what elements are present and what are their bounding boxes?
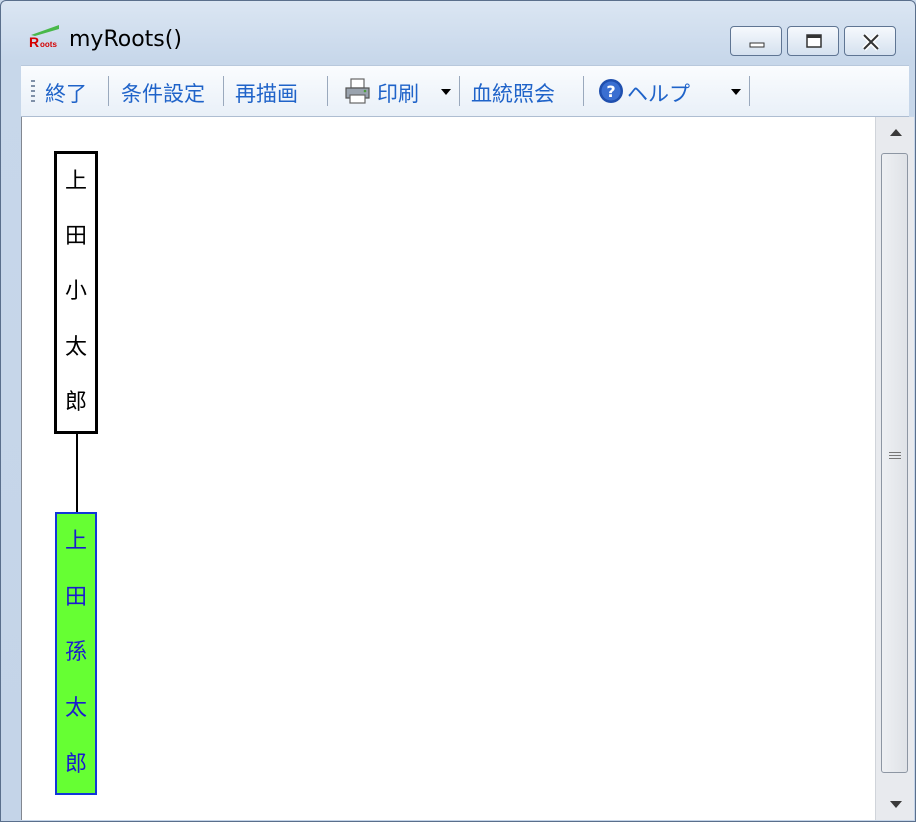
child-name-char: 上 [64,528,87,554]
help-label: ヘルプ [627,82,690,106]
parent-name-char: 太 [64,334,87,360]
minimize-button[interactable] [730,26,782,56]
close-button[interactable] [844,26,896,56]
vertical-scrollbar[interactable] [875,117,914,820]
child-name-char: 孫 [64,640,87,666]
print-label: 印刷 [377,82,419,106]
help-icon: ? [599,79,623,103]
toolbar-separator [459,76,460,106]
pedigree-lookup-button[interactable]: 血統照会 [471,78,555,108]
pedigree-canvas[interactable]: 上田小太郎 上田孫太郎 [21,117,875,820]
print-dropdown-arrow-icon[interactable] [441,89,451,95]
redraw-button[interactable]: 再描画 [235,78,298,108]
parent-name-char: 小 [64,279,87,305]
parent-name-char: 田 [64,224,87,250]
printer-icon [345,78,370,104]
toolbar: 終了 条件設定 再描画 印刷 血統照会 ? ヘルプ [21,65,909,117]
window-title: myRoots() [69,27,182,52]
svg-text:R: R [29,34,39,49]
toolbar-separator [223,76,224,106]
svg-text:oots: oots [40,40,57,49]
scroll-down-arrow-icon[interactable] [890,801,902,808]
conditions-button[interactable]: 条件設定 [121,78,205,108]
svg-text:?: ? [606,82,615,101]
person-card-parent[interactable]: 上田小太郎 [54,151,98,434]
app-logo-icon: R oots [29,25,59,49]
person-card-child[interactable]: 上田孫太郎 [55,512,97,795]
toolbar-separator [108,76,109,106]
toolbar-separator [327,76,328,106]
parent-name-char: 上 [64,168,87,194]
scrollbar-grip-icon [889,452,901,461]
child-name-char: 郎 [64,752,87,778]
help-dropdown-arrow-icon[interactable] [731,89,741,95]
minimize-icon [749,42,765,48]
scroll-up-arrow-icon[interactable] [890,129,902,136]
child-name-char: 太 [64,696,87,722]
maximize-button[interactable] [787,26,839,56]
exit-button[interactable]: 終了 [45,78,87,108]
app-window: R oots myRoots() 終了 条件設定 再描画 印刷 血統照会 ? ヘ… [0,0,916,822]
title-bar[interactable]: R oots myRoots() [1,1,915,63]
maximize-icon [806,34,822,48]
close-icon [862,33,880,51]
toolbar-separator [583,76,584,106]
relationship-line [76,434,78,512]
toolbar-grip[interactable] [31,80,35,104]
toolbar-separator [749,76,750,106]
child-name-char: 田 [64,584,87,610]
scrollbar-thumb[interactable] [881,153,908,773]
parent-name-char: 郎 [64,390,87,416]
